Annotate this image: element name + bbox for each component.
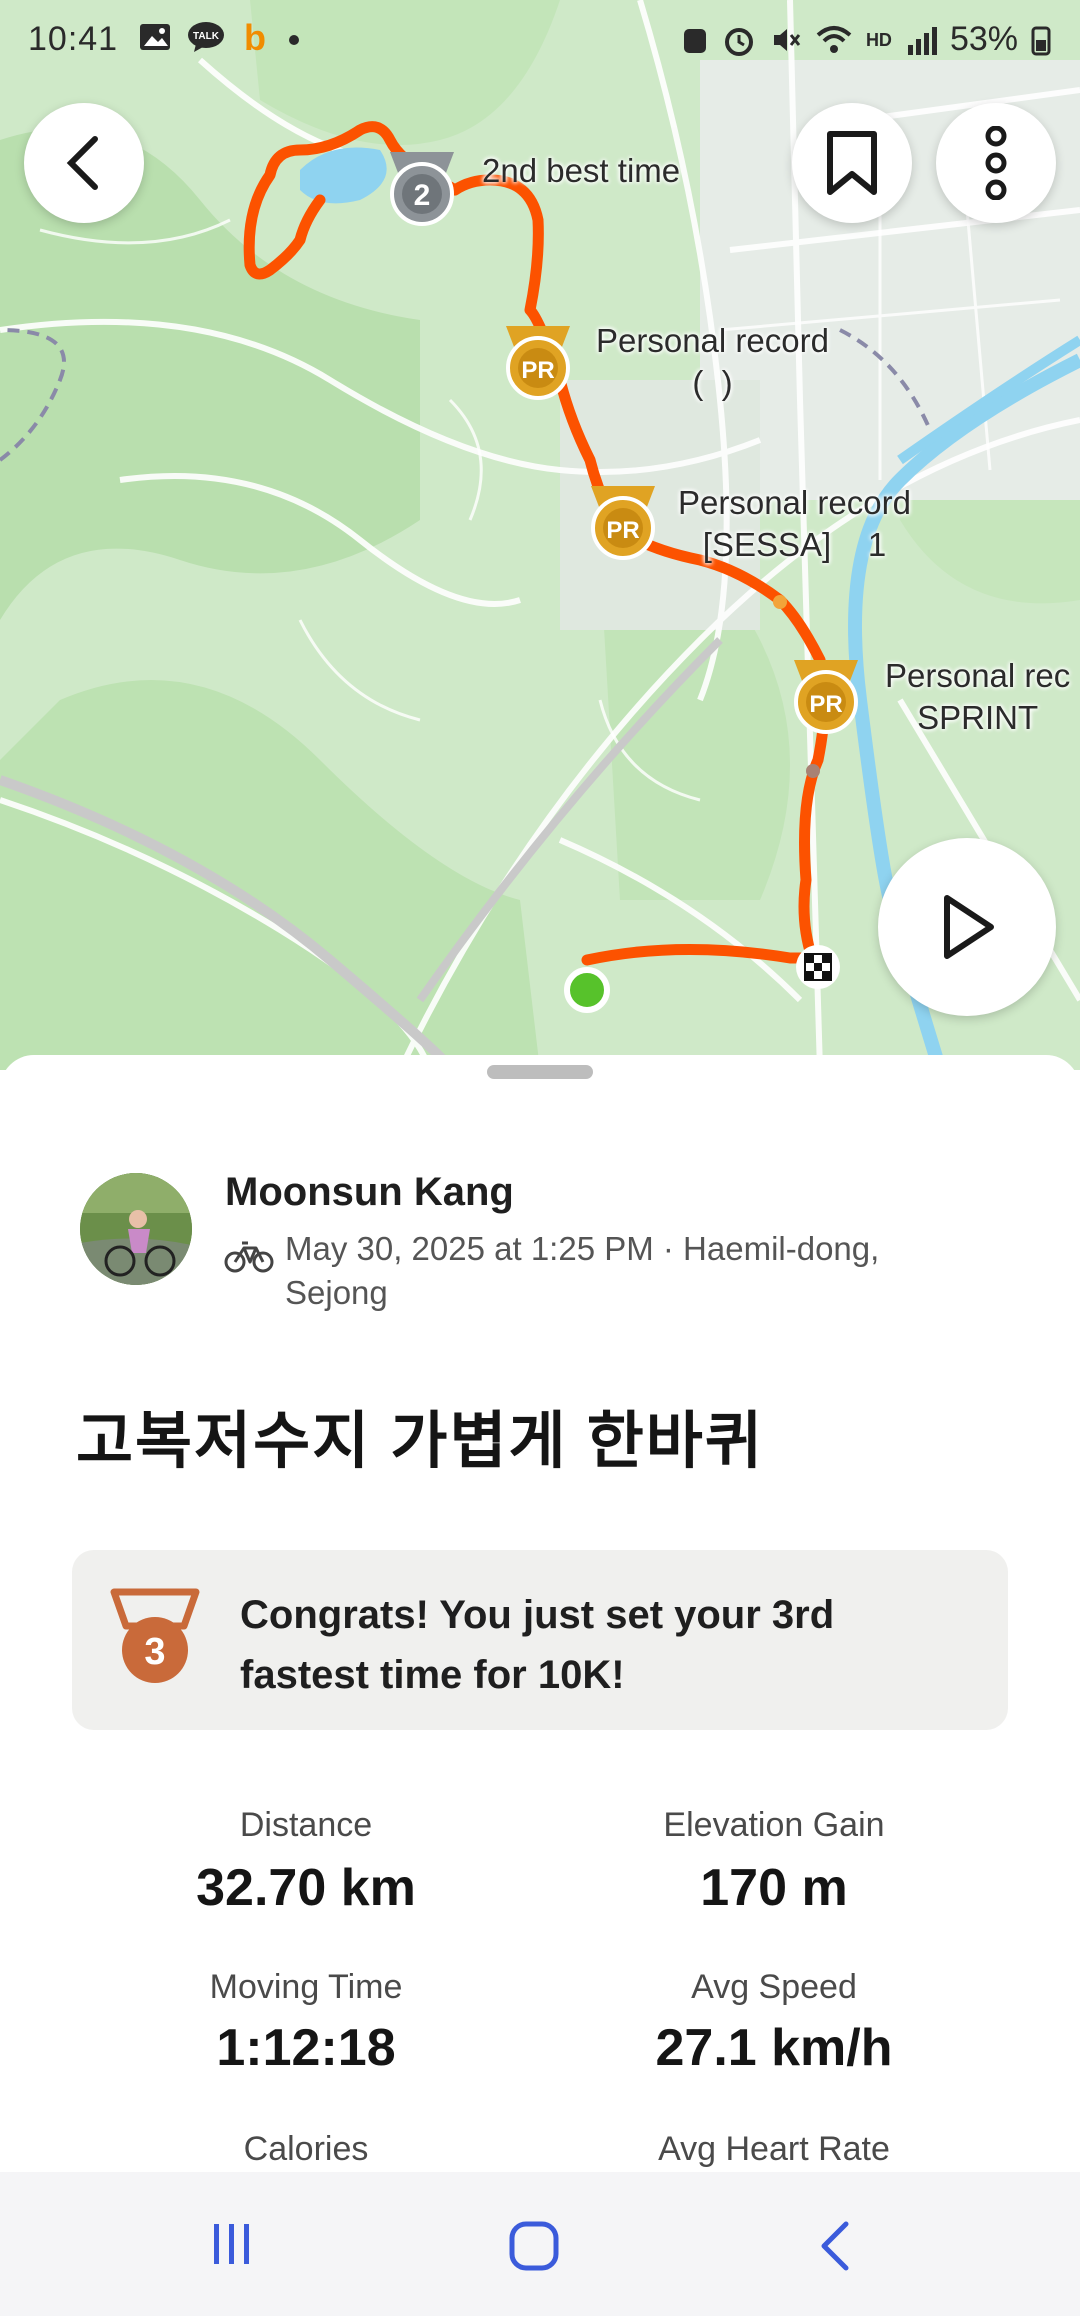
back-nav-icon[interactable]: [816, 2220, 856, 2272]
activity-title: 고복저수지 가볍게 한바퀴: [76, 1407, 764, 1476]
stat-value-elevation: 170 m: [700, 1859, 848, 1917]
svg-text:PR: PR: [606, 517, 639, 544]
battery-icon: [1031, 26, 1051, 55]
achievement-text: Congrats! You just set your 3rd fastest …: [240, 1593, 835, 1697]
achievement-card[interactable]: 3 Congrats! You just set your 3rd fastes…: [72, 1550, 1008, 1730]
home-icon[interactable]: [508, 2220, 560, 2272]
recent-apps-icon[interactable]: [208, 2220, 256, 2268]
stat-label-avg-speed: Avg Speed: [691, 1968, 857, 2006]
badge-label-pr: Personal record [SESSA] 1: [678, 484, 911, 563]
wifi-icon: [816, 25, 852, 53]
pr-badge-icon[interactable]: PR: [788, 656, 864, 738]
badge-label-pr: Personal record ( ): [596, 322, 829, 401]
stat-label-avg-heart-rate: Avg Heart Rate: [658, 2130, 890, 2168]
svg-text:b: b: [244, 20, 266, 54]
play-icon: [944, 895, 994, 959]
chevron-left-icon: [66, 136, 98, 190]
status-bar: 10:41 TALK b HD 53%: [0, 0, 1080, 80]
avatar[interactable]: [80, 1173, 192, 1285]
stat-value-avg-speed: 27.1 km/h: [655, 2019, 893, 2077]
stat-value-distance: 32.70 km: [196, 1859, 416, 1917]
badge-label-pr: Personal rec SPRINT: [885, 657, 1071, 736]
activity-meta: May 30, 2025 at 1:25 PM · Haemil-dong, S…: [285, 1230, 880, 1311]
sheet-drag-handle[interactable]: [487, 1065, 593, 1079]
stat-label-distance: Distance: [239, 1806, 373, 1844]
dot-icon: [289, 35, 299, 45]
talk-icon: TALK: [188, 22, 224, 52]
back-button[interactable]: [24, 103, 144, 223]
svg-text:PR: PR: [521, 357, 554, 384]
hd-voice-label: HD: [865, 29, 892, 50]
more-vertical-icon: [985, 126, 1007, 200]
svg-text:PR: PR: [809, 691, 842, 718]
stat-value-moving-time: 1:12:18: [216, 2019, 396, 2077]
svg-text:TALK: TALK: [193, 31, 220, 42]
pr-badge-icon[interactable]: PR: [500, 322, 576, 404]
b-app-icon: b: [244, 20, 266, 54]
stat-label-calories: Calories: [243, 2130, 369, 2168]
alarm-icon: [724, 27, 753, 56]
status-time: 10:41: [28, 20, 119, 58]
svg-text:2: 2: [414, 179, 431, 212]
more-options-button[interactable]: [936, 103, 1056, 223]
gallery-icon: [140, 24, 170, 50]
svg-text:3: 3: [144, 1631, 165, 1673]
stat-label-moving-time: Moving Time: [209, 1968, 403, 2006]
bookmark-button[interactable]: [792, 103, 912, 223]
signal-icon: [907, 26, 937, 55]
bronze-medal-icon: 3: [110, 1588, 200, 1683]
stat-label-elevation: Elevation Gain: [663, 1806, 885, 1844]
badge-label-2nd-best: 2nd best time: [482, 152, 681, 189]
mute-icon: [773, 28, 801, 51]
athlete-name[interactable]: Moonsun Kang: [225, 1170, 514, 1215]
bookmark-icon: [827, 131, 877, 195]
silver-medal-icon[interactable]: 2: [384, 148, 460, 230]
bike-icon: [224, 1241, 274, 1273]
battery-percent: 53%: [949, 20, 1018, 58]
play-flyover-button[interactable]: [878, 838, 1056, 1016]
system-nav-bar: [0, 2172, 1080, 2316]
recycle-icon: [683, 28, 706, 53]
pr-badge-icon[interactable]: PR: [585, 482, 661, 564]
